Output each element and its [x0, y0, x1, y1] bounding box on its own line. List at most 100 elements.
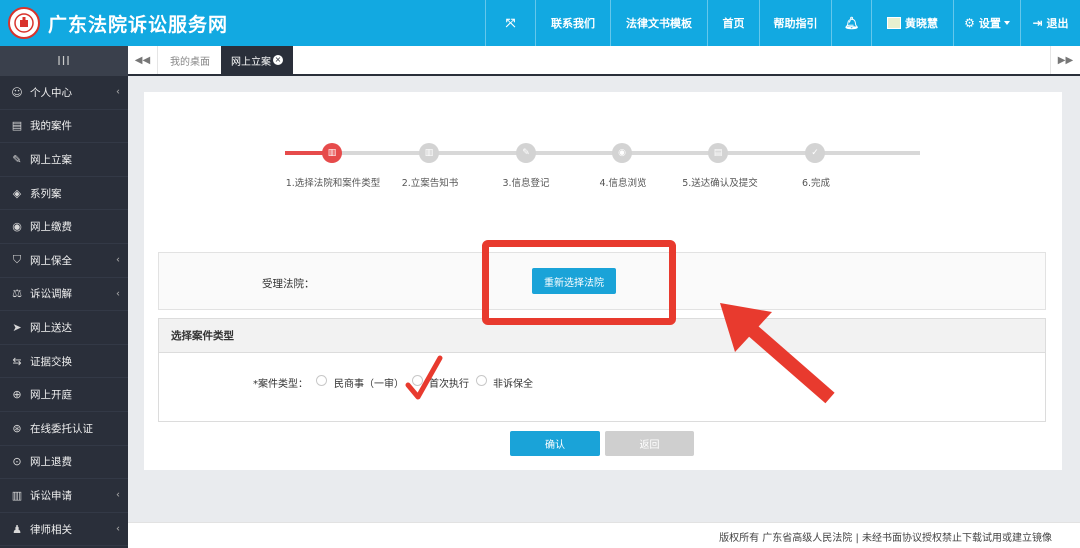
radio-label: 首次执行: [429, 379, 469, 390]
tab-scroll-left-button[interactable]: ◀◀: [128, 46, 158, 74]
user-menu[interactable]: 黄晓慧: [871, 0, 953, 46]
user-name: 黄晓慧: [905, 17, 938, 30]
sidebar-item-label: 系列案: [30, 187, 62, 200]
chevron-left-icon: ‹: [116, 254, 120, 266]
double-chevron-right-icon: ▶▶: [1057, 54, 1074, 66]
sidebar-item-online-hearing[interactable]: ⊕ 网上开庭: [0, 378, 128, 412]
settings-menu[interactable]: ⚙ 设置: [953, 0, 1020, 46]
apply-icon: ▥: [11, 488, 23, 502]
sidebar-item-online-payment[interactable]: ◉ 网上缴费: [0, 210, 128, 244]
sidebar-item-label: 网上立案: [30, 153, 72, 166]
tab-label: 我的桌面: [170, 56, 210, 68]
radio-civil-commercial[interactable]: [316, 375, 327, 386]
tab-scroll-right-button[interactable]: ▶▶: [1050, 46, 1080, 74]
gear-icon: ⚙: [964, 16, 975, 30]
avatar: [887, 17, 901, 29]
globe-icon: ⊛: [12, 421, 22, 435]
sidebar-item-lawyer-related[interactable]: ♟ 律师相关 ‹: [0, 513, 128, 547]
nav-label: 法律文书模板: [626, 17, 692, 30]
site-title: 广东法院诉讼服务网: [48, 13, 229, 36]
step-2-book-icon: ▥: [419, 143, 439, 163]
tab-online-filing[interactable]: 网上立案 ×: [221, 46, 293, 74]
step-1-book-icon: ▥: [322, 143, 342, 163]
step-label: 2.立案告知书: [401, 178, 459, 189]
step-label: 3.信息登记: [502, 178, 550, 189]
double-chevron-left-icon: ◀◀: [134, 54, 151, 66]
sidebar-item-label: 网上送达: [30, 321, 72, 334]
court-logo-icon: [8, 7, 40, 39]
fullscreen-button[interactable]: ⤧: [485, 0, 535, 46]
chevron-left-icon: ‹: [116, 489, 120, 501]
tab-my-desktop[interactable]: 我的桌面: [160, 46, 220, 74]
file-icon: ▤: [11, 119, 23, 133]
progress-stepper: ▥ ▥ ✎ ◉ ▤ ✓ 1.选择法院和案件类型 2.立案告知书 3.信息登记 4…: [285, 140, 920, 190]
sidebar-item-series-case[interactable]: ◈ 系列案: [0, 177, 128, 211]
confirm-button[interactable]: 确认: [510, 431, 600, 456]
notification-button[interactable]: 🔔︎: [831, 0, 871, 46]
step-4-eye-icon: ◉: [612, 143, 632, 163]
radio-first-execution[interactable]: [412, 375, 423, 386]
sidebar-item-online-delivery[interactable]: ➤ 网上送达: [0, 311, 128, 345]
step-label: 5.送达确认及提交: [682, 178, 758, 189]
step-6-check-icon: ✓: [805, 143, 825, 163]
bell-icon: 🔔︎: [843, 16, 860, 30]
step-5-print-icon: ▤: [708, 143, 728, 163]
sidebar-item-mediation[interactable]: ⚖ 诉讼调解 ‹: [0, 278, 128, 312]
sidebar-item-evidence-exchange[interactable]: ⇆ 证据交换: [0, 345, 128, 379]
step-3-edit-icon: ✎: [516, 143, 536, 163]
tab-bar: ◀◀ 我的桌面 网上立案 × ▶▶: [128, 46, 1080, 76]
nav-legal-templates[interactable]: 法律文书模板: [610, 0, 707, 46]
copyright-text: 版权所有 广东省高级人民法院 | 未经书面协议授权禁止下载试用或建立镜像: [719, 533, 1052, 544]
fullscreen-icon: ⤧: [505, 15, 516, 30]
sidebar-item-online-entrust-auth[interactable]: ⊛ 在线委托认证: [0, 412, 128, 446]
case-type-panel: 选择案件类型: [158, 318, 1046, 422]
back-button[interactable]: 返回: [605, 431, 694, 456]
nav-home[interactable]: 首页: [707, 0, 759, 46]
exchange-icon: ⇆: [12, 354, 22, 368]
sidebar-item-online-preservation[interactable]: ⛉ 网上保全 ‹: [0, 244, 128, 278]
sidebar-toggle-button[interactable]: III: [0, 46, 128, 76]
radio-label: 民商事（一审）: [334, 379, 404, 390]
sidebar-item-label: 诉讼申请: [30, 489, 72, 502]
edit-icon: ✎: [12, 152, 22, 166]
sidebar-item-my-cases[interactable]: ▤ 我的案件: [0, 110, 128, 144]
logout-button[interactable]: ⇥ 退出: [1020, 0, 1080, 46]
top-header: 广东法院诉讼服务网 ⤧ 联系我们 法律文书模板 首页 帮助指引 🔔︎ 黄晓慧 ⚙…: [0, 0, 1080, 46]
sidebar-item-personal-center[interactable]: ☺ 个人中心 ‹: [0, 76, 128, 110]
sidebar-item-label: 网上保全: [30, 254, 72, 267]
court-icon: ⊕: [12, 388, 22, 402]
nav-label: 联系我们: [551, 17, 595, 30]
user-icon: ☺: [11, 85, 23, 99]
nav-label: 帮助指引: [773, 17, 818, 30]
sidebar-item-online-filing[interactable]: ✎ 网上立案: [0, 143, 128, 177]
annotation-highlight-box: [482, 240, 676, 325]
radio-label: 非诉保全: [493, 379, 533, 390]
chevron-left-icon: ‹: [116, 288, 120, 300]
pay-icon: ◉: [12, 220, 22, 234]
nav-contact-us[interactable]: 联系我们: [535, 0, 610, 46]
sidebar-item-label: 在线委托认证: [30, 422, 93, 435]
send-icon: ➤: [12, 320, 22, 334]
sidebar-item-online-refund[interactable]: ⊙ 网上退费: [0, 446, 128, 480]
nav-help[interactable]: 帮助指引: [759, 0, 831, 46]
close-icon[interactable]: ×: [273, 55, 283, 65]
chevron-left-icon: ‹: [116, 86, 120, 98]
sidebar-item-label: 我的案件: [30, 120, 72, 133]
sidebar-item-litigation-application[interactable]: ▥ 诉讼申请 ‹: [0, 479, 128, 513]
court-label: 受理法院：: [262, 278, 315, 290]
sidebar-item-label: 律师相关: [30, 523, 72, 536]
sidebar-item-label: 个人中心: [30, 86, 72, 99]
mediate-icon: ⚖: [12, 287, 22, 301]
chevron-left-icon: ‹: [116, 523, 120, 535]
brand[interactable]: 广东法院诉讼服务网: [8, 6, 228, 40]
sidebar-item-label: 证据交换: [30, 355, 72, 368]
refund-icon: ⊙: [12, 455, 22, 469]
sidebar-item-label: 网上缴费: [30, 221, 72, 234]
radio-non-litigation-preservation[interactable]: [476, 375, 487, 386]
step-label: 1.选择法院和案件类型: [285, 178, 381, 189]
sidebar: III ☺ 个人中心 ‹ ▤ 我的案件 ✎ 网上立案 ◈ 系列案 ◉ 网上缴费 …: [0, 46, 128, 548]
sidebar-item-label: 网上开庭: [30, 389, 72, 402]
nav-label: 首页: [722, 17, 745, 30]
top-nav: ⤧ 联系我们 法律文书模板 首页 帮助指引 🔔︎ 黄晓慧 ⚙ 设置 ⇥ 退出: [485, 0, 1080, 46]
tab-label: 网上立案: [231, 56, 271, 68]
